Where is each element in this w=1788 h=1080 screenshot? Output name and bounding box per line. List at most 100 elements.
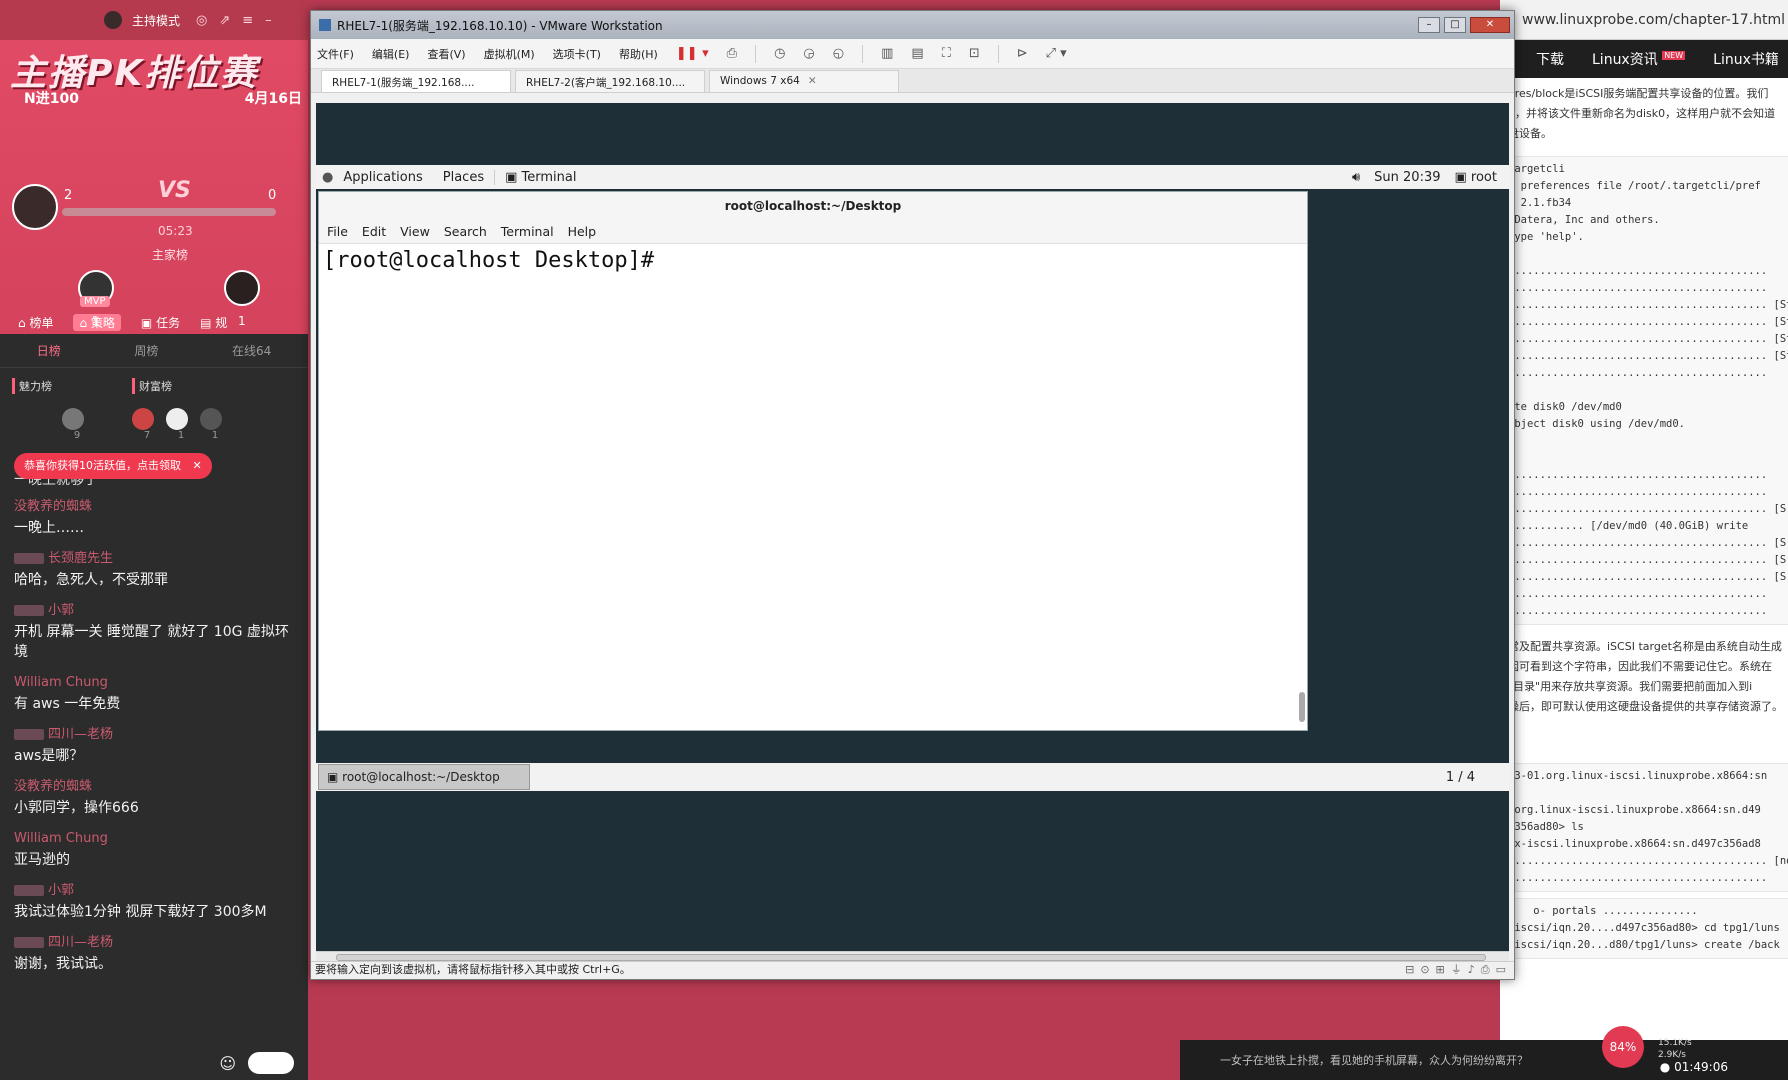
chat-user[interactable]: William Chung — [14, 672, 294, 694]
usb-icon[interactable]: ⏚ — [1451, 962, 1462, 979]
fullscreen-icon[interactable]: ⛶ — [942, 46, 951, 61]
menu-help[interactable]: 帮助(H) — [619, 46, 658, 62]
emoji-icon[interactable]: ☺ — [219, 1054, 236, 1073]
chat-user[interactable]: 没教养的蜘蛛 — [14, 496, 294, 518]
revert-snapshot-icon[interactable]: ◶ — [803, 46, 814, 61]
opponent-avatar[interactable] — [224, 270, 260, 306]
minimize-icon[interactable]: – — [265, 13, 272, 28]
wealth-entry: 1 — [200, 394, 230, 441]
tab-weekly[interactable]: 周榜 — [134, 342, 158, 359]
cpu-percent-badge: 84% — [1602, 1026, 1644, 1068]
reward-toast[interactable]: 恭喜你获得10活跃值，点击领取 ✕ — [14, 453, 212, 479]
cdrom-icon[interactable]: ⊙ — [1420, 962, 1429, 979]
terminal-scrollbar[interactable] — [1299, 692, 1305, 722]
terminal-menu-search[interactable]: Search — [444, 224, 487, 239]
vm-tabs: RHEL7-1(服务端_192.168.... RHEL7-2(客户端_192.… — [311, 69, 1514, 93]
menu-edit[interactable]: 编辑(E) — [372, 46, 410, 62]
tab-windows7[interactable]: Windows 7 x64 ✕ — [709, 70, 899, 92]
tab-daily[interactable]: 日榜 — [37, 342, 61, 359]
terminal-menu-edit[interactable]: Edit — [362, 224, 386, 239]
volume-icon[interactable]: 🔊︎ — [1352, 170, 1360, 185]
console-icon[interactable]: ⊳ — [1017, 46, 1028, 61]
minimize-button[interactable]: – — [1418, 17, 1440, 33]
terminal-window[interactable]: root@localhost:~/Desktop File Edit View … — [318, 191, 1308, 731]
settings-icon[interactable]: ◎ — [196, 13, 207, 28]
taskbar-terminal[interactable]: ▣ root@localhost:~/Desktop — [318, 764, 530, 790]
window-titlebar[interactable]: RHEL7-1(服务端_192.168.10.10) - VMware Work… — [311, 11, 1514, 39]
news-ticker[interactable]: 一女子在地铁上扑搅，看见她的手机屏幕，众人为何纷纷离开？ — [1220, 1052, 1528, 1068]
wealth-avatar[interactable] — [132, 408, 154, 430]
terminal-menu-file[interactable]: File — [327, 224, 348, 239]
tab-rules[interactable]: ▤ 规 — [200, 314, 227, 331]
pk-panel: 主播PK排位赛 N进100 4月16日 2 VS 0 05:23 主家榜 MVP… — [0, 40, 308, 328]
chat-user[interactable]: William Chung — [14, 828, 294, 850]
chat-user[interactable]: 小郭 — [14, 600, 294, 622]
snapshot-manager-icon[interactable]: ◵ — [833, 46, 844, 61]
chat-user[interactable]: 四川—老杨 — [14, 932, 294, 954]
menu-file[interactable]: 文件(F) — [317, 46, 354, 62]
gnome-clock[interactable]: Sun 20:39 — [1374, 170, 1440, 185]
nav-linux-books[interactable]: Linux书籍 — [1713, 49, 1779, 69]
level-badge — [14, 605, 44, 616]
chat-user[interactable]: 长颈鹿先生 — [14, 548, 294, 570]
tab-rhel7-2[interactable]: RHEL7-2(客户端_192.168.10.... — [515, 70, 705, 92]
printer-icon[interactable]: ⎙ — [1481, 962, 1490, 979]
stretch-icon[interactable]: ⤢ ▾ — [1046, 46, 1067, 61]
close-icon[interactable]: ✕ — [193, 459, 202, 472]
hdd-icon[interactable]: ⊟ — [1405, 962, 1414, 979]
paragraph-line: 操后，即可默认使用这硬盘设备提供的共享存储资源了。 — [1508, 700, 1783, 713]
wealth-board-entries: 7 1 1 — [132, 394, 230, 441]
tab-online[interactable]: 在线64 — [232, 342, 271, 359]
chat-user[interactable]: 没教养的蜘蛛 — [14, 776, 294, 798]
stream-topbar: 主持模式 ◎ ⇗ ≡ – — [0, 0, 308, 40]
scrollbar-thumb[interactable] — [336, 954, 1486, 961]
app-menu-terminal[interactable]: ▣ Terminal — [494, 169, 586, 185]
charm-avatar[interactable] — [62, 408, 84, 430]
menu-vm[interactable]: 虚拟机(M) — [484, 46, 535, 62]
close-button[interactable]: ✕ — [1470, 17, 1510, 33]
workspace-indicator[interactable]: 1 / 4 — [1446, 770, 1509, 785]
applications-menu[interactable]: Applications — [333, 170, 432, 185]
menu-icon[interactable]: ≡ — [242, 13, 253, 28]
nav-linux-news[interactable]: Linux资讯 NEW — [1592, 49, 1686, 69]
tab-ranking[interactable]: ⌂ 榜单 — [18, 314, 53, 331]
library-icon[interactable]: ▥ — [881, 46, 893, 61]
chat-text: 谢谢，我试试。 — [14, 956, 112, 972]
menu-view[interactable]: 查看(V) — [427, 46, 465, 62]
share-icon[interactable]: ⇗ — [219, 13, 230, 28]
menu-tabs[interactable]: 选项卡(T) — [553, 46, 601, 62]
terminal-menu-terminal[interactable]: Terminal — [501, 224, 554, 239]
places-menu[interactable]: Places — [433, 170, 494, 185]
pause-icon[interactable]: ❚❚ ▾ — [676, 46, 709, 61]
guest-display[interactable]: ● Applications Places ▣ Terminal 🔊︎ Sun … — [316, 103, 1509, 951]
chat-user[interactable]: 四川—老杨 — [14, 724, 294, 746]
nav-download[interactable]: 下载 — [1536, 49, 1564, 69]
terminal-menu-help[interactable]: Help — [568, 224, 597, 239]
chat-list: 一晚上就够了 没教养的蜘蛛 一晚上…… 长颈鹿先生 哈哈，急死人，不受那罪 小郭 开机… — [0, 470, 308, 984]
snapshot-icon[interactable]: ◷ — [774, 46, 785, 61]
wealth-avatar[interactable] — [166, 408, 188, 430]
chat-user[interactable]: 小郭 — [14, 880, 294, 902]
stream-status-tray: 一女子在地铁上扑搅，看见她的手机屏幕，众人为何纷纷离开？ 84% 15.1K/s… — [1180, 1026, 1788, 1080]
sound-icon[interactable]: ♪ — [1468, 962, 1475, 979]
url-bar[interactable]: www.linuxprobe.com/chapter-17.html — [1500, 0, 1788, 40]
terminal-output[interactable]: [root@localhost Desktop]# — [319, 244, 1307, 277]
network-icon[interactable]: ⊞ — [1436, 962, 1445, 979]
wealth-avatar[interactable] — [200, 408, 222, 430]
host-avatar[interactable] — [12, 184, 58, 230]
close-tab-icon[interactable]: ✕ — [808, 75, 817, 87]
display-icon[interactable]: ▭ — [1496, 962, 1506, 979]
app-menu-label: Terminal — [521, 169, 577, 185]
terminal-menu-view[interactable]: View — [400, 224, 430, 239]
tab-tasks[interactable]: ▣ 任务 — [141, 314, 180, 331]
tab-label: RHEL7-2(客户端_192.168.10.... — [526, 77, 686, 89]
maximize-button[interactable]: □ — [1444, 17, 1466, 33]
wealth-entry: 1 — [166, 394, 196, 441]
terminal-title[interactable]: root@localhost:~/Desktop — [319, 192, 1307, 220]
thumbnail-icon[interactable]: ▤ — [911, 46, 923, 61]
user-menu[interactable]: ▣ root — [1455, 170, 1498, 185]
send-ctrl-alt-del-icon[interactable]: ⎙ — [727, 46, 737, 61]
unity-icon[interactable]: ⊡ — [969, 46, 980, 61]
tab-rhel7-1[interactable]: RHEL7-1(服务端_192.168.... — [321, 70, 511, 92]
send-button[interactable] — [248, 1052, 294, 1074]
